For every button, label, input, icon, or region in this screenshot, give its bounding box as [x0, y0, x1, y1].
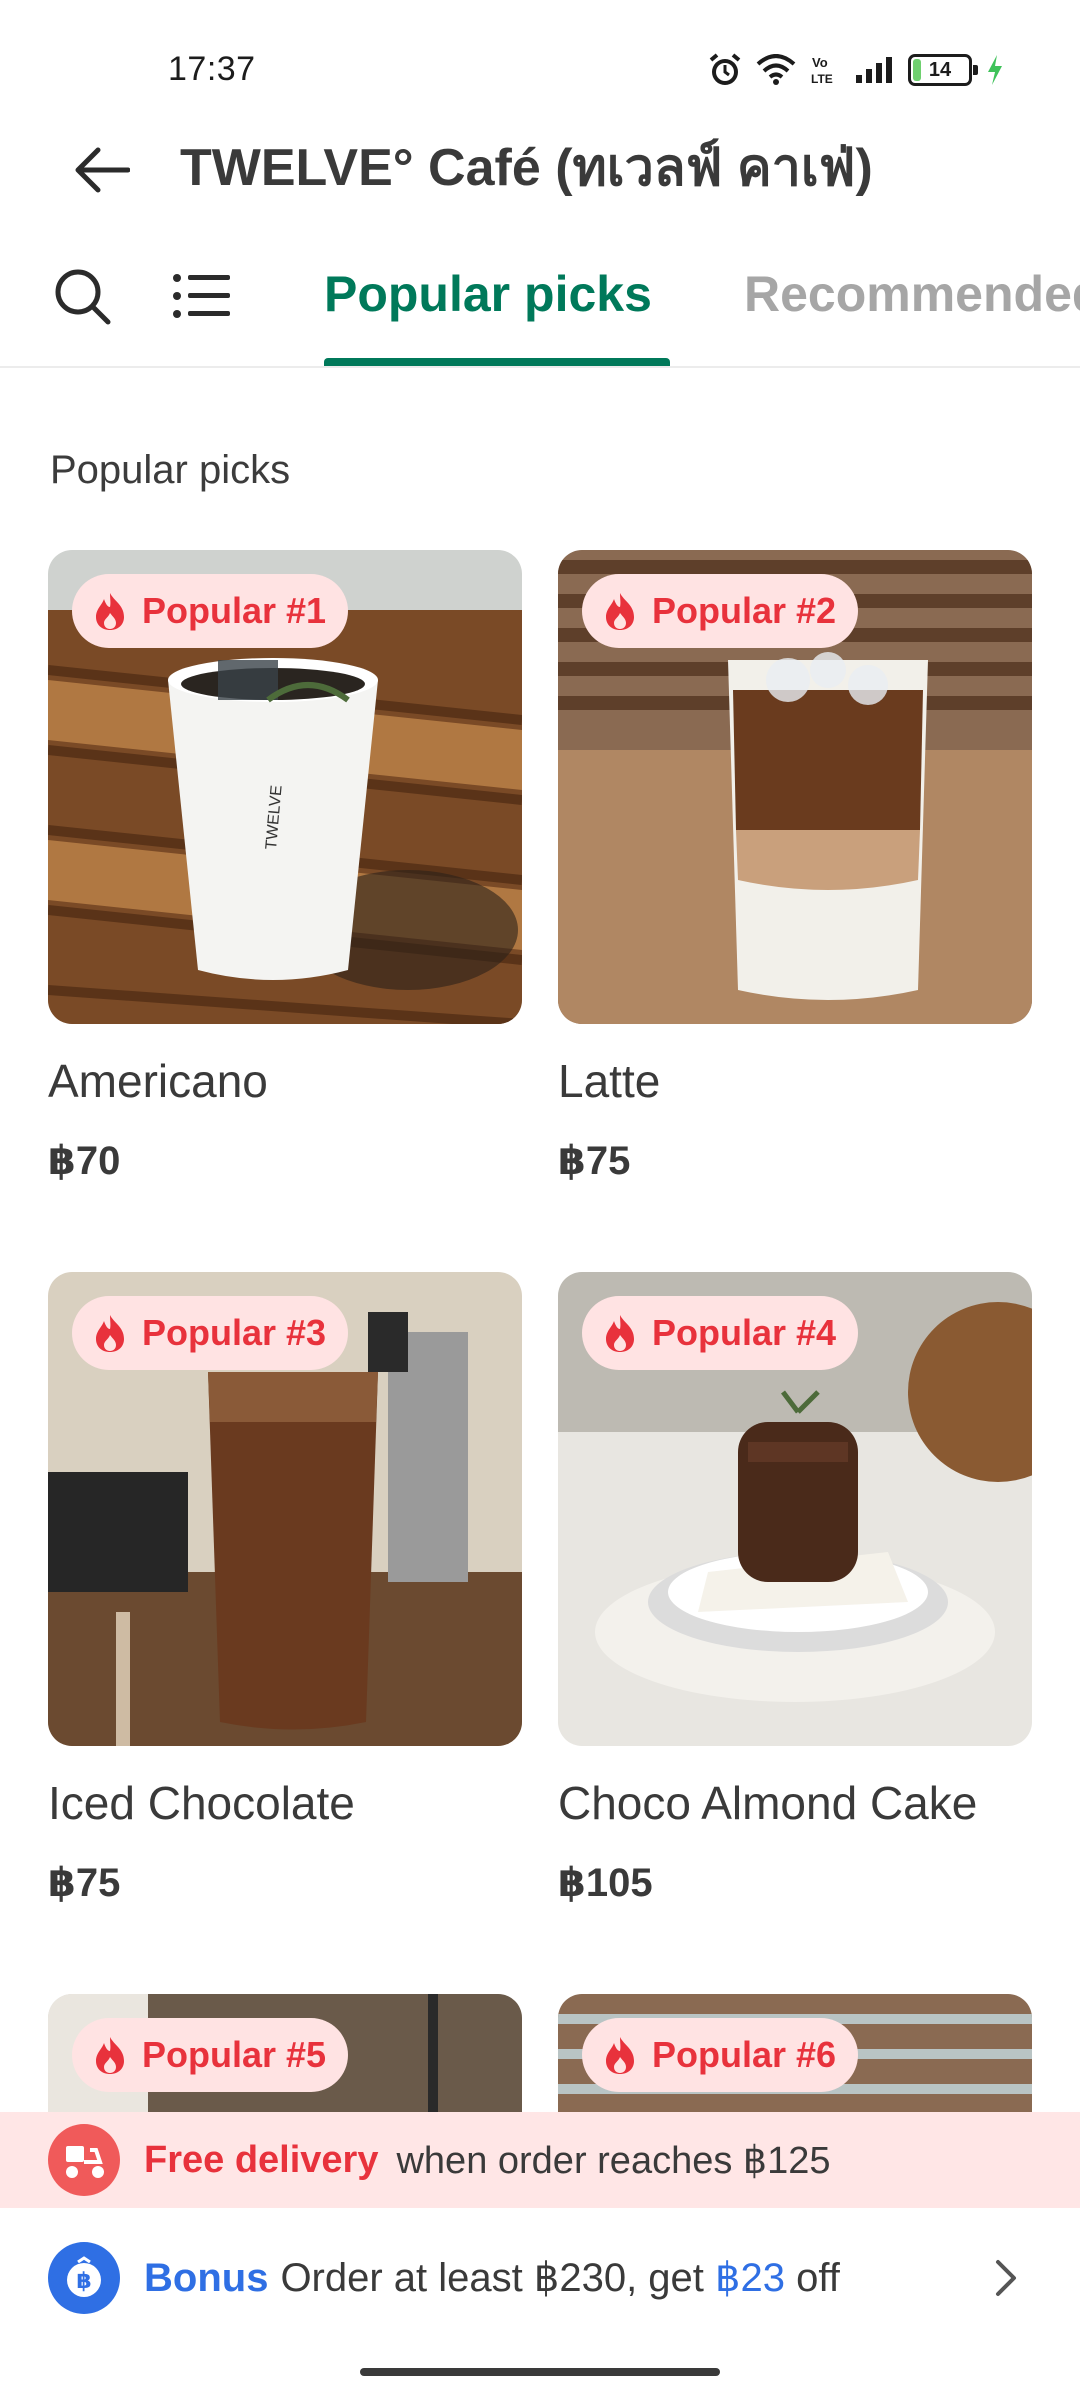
- product-image[interactable]: Popular #4: [558, 1272, 1032, 1746]
- bonus-text-before: Order at least ฿230, get: [280, 2256, 716, 2300]
- product-price: ฿70: [48, 1139, 121, 1183]
- delivery-scooter-icon: [48, 2124, 120, 2196]
- product-card[interactable]: Popular #4 Choco Almond Cake ฿105: [558, 1272, 1032, 1906]
- fire-icon: [600, 591, 640, 631]
- volte-icon: Vo LTE: [810, 53, 840, 87]
- svg-text:LTE: LTE: [811, 72, 833, 86]
- store-title: TWELVE° Café (ทเวลฟ์ คาเฟ่): [180, 139, 873, 197]
- chevron-right-icon[interactable]: [980, 2252, 1032, 2304]
- status-bar: 17:37 Vo LTE 14: [0, 0, 1080, 120]
- battery-icon: 14: [908, 54, 978, 86]
- product-image[interactable]: Popular #2: [558, 550, 1032, 1024]
- free-delivery-text: when order reaches ฿125: [396, 2139, 831, 2182]
- product-card[interactable]: Popular #2 Latte ฿75: [558, 550, 1032, 1184]
- fire-icon: [600, 1313, 640, 1353]
- popular-badge: Popular #2: [582, 574, 859, 648]
- fire-icon: [90, 591, 130, 631]
- badge-label: Popular #5: [142, 2034, 327, 2075]
- badge-label: Popular #2: [652, 590, 837, 631]
- fire-icon: [600, 2035, 640, 2075]
- svg-text:Vo: Vo: [812, 55, 828, 70]
- status-icons: Vo LTE 14: [708, 50, 1004, 90]
- bonus-text-after: off: [784, 2256, 840, 2300]
- product-price: ฿75: [558, 1139, 631, 1183]
- popular-badge: Popular #4: [582, 1296, 859, 1370]
- store-header: TWELVE° Café (ทเวลฟ์ คาเฟ่): [0, 120, 1080, 220]
- svg-text:฿: ฿: [76, 2269, 91, 2294]
- fire-icon: [90, 2035, 130, 2075]
- product-name: Latte: [558, 1055, 661, 1107]
- baht-coin-icon: ฿: [48, 2242, 120, 2314]
- list-icon[interactable]: [166, 260, 238, 332]
- popular-badge: Popular #5: [72, 2018, 349, 2092]
- product-name: Choco Almond Cake: [558, 1777, 978, 1829]
- fire-icon: [90, 1313, 130, 1353]
- free-delivery-label: Free delivery: [144, 2138, 379, 2181]
- product-card[interactable]: Popular #3 Iced Chocolate ฿75: [48, 1272, 522, 1906]
- badge-label: Popular #4: [652, 1312, 837, 1353]
- bonus-label: Bonus: [144, 2255, 269, 2300]
- popular-badge: Popular #6: [582, 2018, 859, 2092]
- product-image[interactable]: Popular #3: [48, 1272, 522, 1746]
- popular-badge: Popular #1: [72, 574, 349, 648]
- charging-icon: [986, 54, 1004, 86]
- badge-label: Popular #3: [142, 1312, 327, 1353]
- alarm-icon: [708, 52, 742, 88]
- product-name: Iced Chocolate: [48, 1777, 355, 1829]
- free-delivery-banner[interactable]: Free delivery when order reaches ฿125: [0, 2112, 1080, 2208]
- bonus-text: Order at least ฿230, get ฿23 off: [280, 2255, 839, 2301]
- search-icon[interactable]: [46, 260, 118, 332]
- badge-label: Popular #6: [652, 2034, 837, 2075]
- wifi-icon: [756, 54, 796, 86]
- badge-label: Popular #1: [142, 590, 327, 631]
- bonus-amount: ฿23: [715, 2256, 785, 2300]
- section-title: Popular picks: [50, 448, 291, 492]
- tab-recommended[interactable]: Recommended: [744, 262, 1080, 326]
- product-price: ฿75: [48, 1861, 121, 1905]
- bonus-offer-bar[interactable]: ฿ Bonus Order at least ฿230, get ฿23 off: [0, 2208, 1080, 2348]
- category-tabs: Popular picks Recommended: [0, 240, 1080, 368]
- status-time: 17:37: [168, 50, 256, 88]
- product-price: ฿105: [558, 1861, 653, 1905]
- signal-icon: [854, 55, 894, 85]
- arrow-left-icon[interactable]: [70, 138, 134, 202]
- product-card[interactable]: TWELVE Popular #1 Americano ฿70: [48, 550, 522, 1184]
- active-tab-indicator: [324, 358, 670, 366]
- tab-popular-picks[interactable]: Popular picks: [324, 262, 652, 326]
- battery-level: 14: [928, 58, 952, 81]
- product-name: Americano: [48, 1055, 268, 1107]
- home-indicator[interactable]: [360, 2368, 720, 2376]
- popular-badge: Popular #3: [72, 1296, 349, 1370]
- product-image[interactable]: TWELVE Popular #1: [48, 550, 522, 1024]
